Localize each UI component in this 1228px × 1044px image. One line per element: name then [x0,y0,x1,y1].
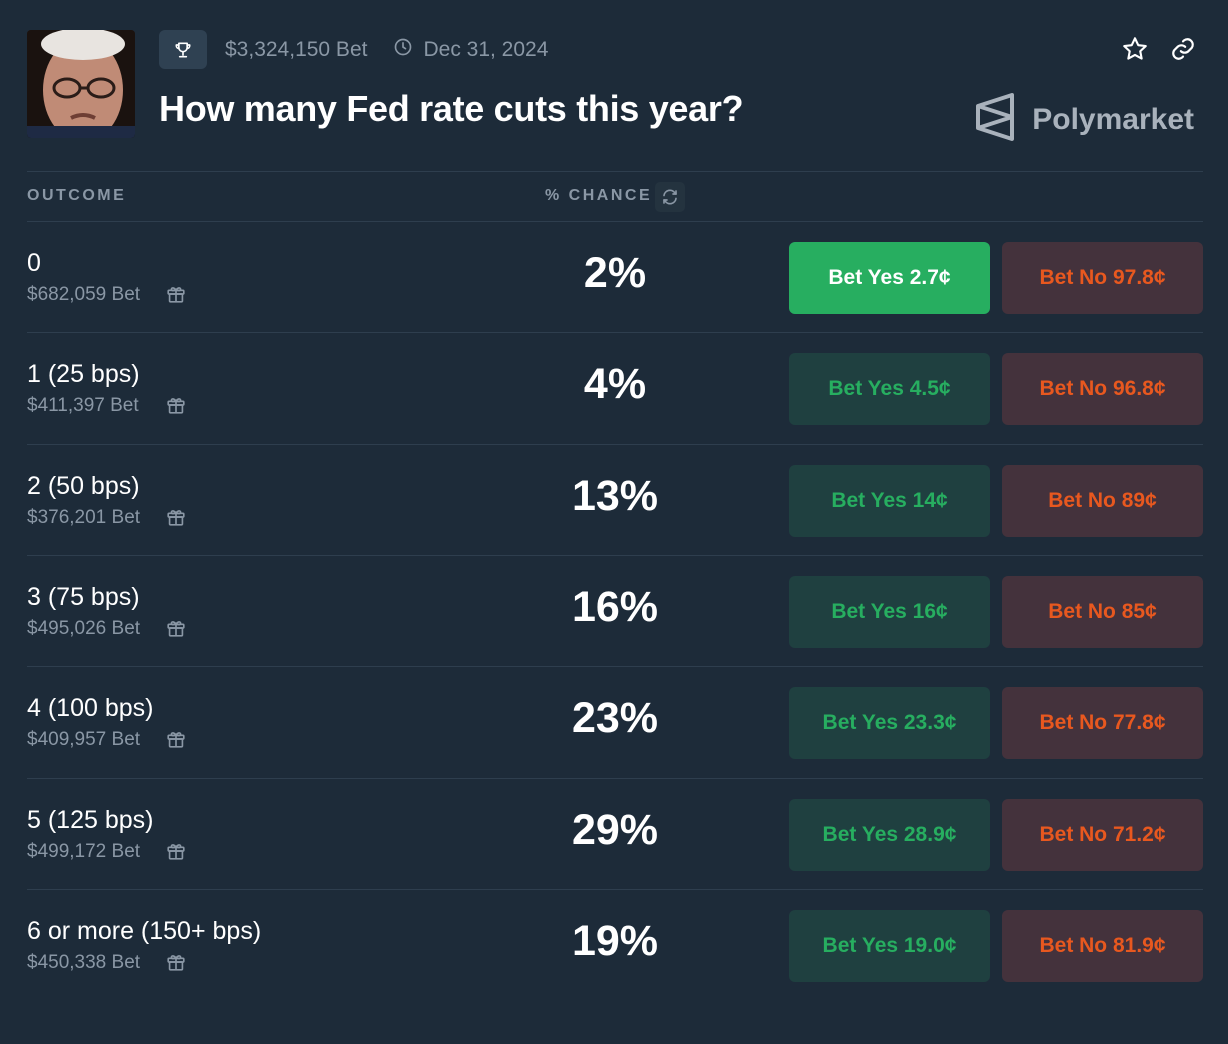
gift-icon[interactable] [165,951,187,973]
market-meta: $3,324,150 Bet Dec 31, 2024 [159,30,548,69]
outcome-volume: $495,026 Bet [27,617,141,639]
outcome-row: 3 (75 bps) $495,026 Bet 16% Bet Yes 16¢ Bet … [0,556,1228,667]
outcome-volume: $450,338 Bet [27,951,141,973]
outcome-name: 2 (50 bps) [27,471,140,500]
end-date: Dec 31, 2024 [423,37,549,61]
outcome-name: 0 [27,249,41,277]
bet-yes-button[interactable]: Bet Yes 19.0¢ [789,909,990,982]
outcome-name: 5 (125 bps) [27,805,154,834]
market-card: $3,324,150 Bet Dec 31, 2024 How many Fed… [0,0,1228,1044]
link-icon[interactable] [1168,34,1198,64]
bet-yes-button[interactable]: Bet Yes 14¢ [789,464,990,537]
divider [27,171,1203,172]
bet-no-button[interactable]: Bet No 77.8¢ [1002,687,1203,760]
gift-icon[interactable] [165,728,187,750]
outcome-chance: 4% [583,360,647,409]
bet-yes-button[interactable]: Bet Yes 28.9¢ [789,798,990,871]
outcome-name: 6 or more (150+ bps) [27,916,262,945]
polymarket-brand[interactable]: Polymarket [974,92,1194,147]
market-title: How many Fed rate cuts this year? [159,88,744,129]
outcome-row: 2 (50 bps) $376,201 Bet 13% Bet Yes 14¢ Bet … [0,445,1228,556]
trophy-icon [159,30,207,69]
bet-yes-button[interactable]: Bet Yes 16¢ [789,575,990,648]
outcome-volume: $409,957 Bet [27,729,141,751]
gift-icon[interactable] [165,840,187,862]
outcome-row: 0 $682,059 Bet 2% Bet Yes 2.7¢ Bet No 97.8¢ [0,222,1228,333]
brand-name: Polymarket [1032,102,1194,136]
outcome-volume: $682,059 Bet [27,284,141,305]
outcome-name: 1 (25 bps) [27,360,140,389]
outcome-chance: 16% [571,582,659,631]
bet-no-button[interactable]: Bet No 89¢ [1002,464,1203,537]
outcome-row: 1 (25 bps) $411,397 Bet 4% Bet Yes 4.5¢ Bet … [0,333,1228,444]
outcome-volume: $411,397 Bet [27,395,139,417]
outcome-column-header: OUTCOME [27,187,127,204]
outcome-chance: 13% [571,471,659,520]
bet-no-button[interactable]: Bet No 96.8¢ [1002,353,1203,426]
outcome-chance: 2% [583,249,647,297]
clock-icon [393,37,413,62]
bet-yes-button[interactable]: Bet Yes 2.7¢ [789,242,990,314]
bet-yes-button[interactable]: Bet Yes 4.5¢ [789,353,990,426]
gift-icon[interactable] [165,506,187,528]
gift-icon[interactable] [165,283,187,305]
gift-icon[interactable] [165,394,187,416]
gift-icon[interactable] [165,617,187,639]
bet-yes-button[interactable]: Bet Yes 23.3¢ [789,687,990,760]
outcome-chance: 19% [571,916,659,965]
outcome-name: 4 (100 bps) [27,694,154,723]
bet-no-button[interactable]: Bet No 97.8¢ [1002,242,1203,314]
outcome-volume: $376,201 Bet [27,506,141,528]
bet-no-button[interactable]: Bet No 85¢ [1002,575,1203,648]
market-avatar [27,30,135,138]
bet-no-button[interactable]: Bet No 71.2¢ [1002,798,1203,871]
outcome-chance: 29% [571,805,659,854]
outcome-volume: $499,172 Bet [27,840,141,862]
polymarket-logo-icon [974,92,1016,147]
refresh-icon[interactable] [655,182,685,212]
outcome-row: 4 (100 bps) $409,957 Bet 23% Bet Yes 23.3¢ B… [0,667,1228,778]
bet-no-button[interactable]: Bet No 81.9¢ [1002,909,1203,982]
outcome-chance: 23% [571,694,659,743]
market-volume: $3,324,150 Bet [225,37,368,61]
star-icon[interactable] [1120,34,1150,64]
outcome-row: 5 (125 bps) $499,172 Bet 29% Bet Yes 28.9¢ B… [0,779,1228,890]
outcome-row: 6 or more (150+ bps) $450,338 Bet 19% Bet Y… [0,890,1228,1001]
outcome-name: 3 (75 bps) [27,582,140,611]
chance-column-header: % CHANCE [545,187,653,204]
